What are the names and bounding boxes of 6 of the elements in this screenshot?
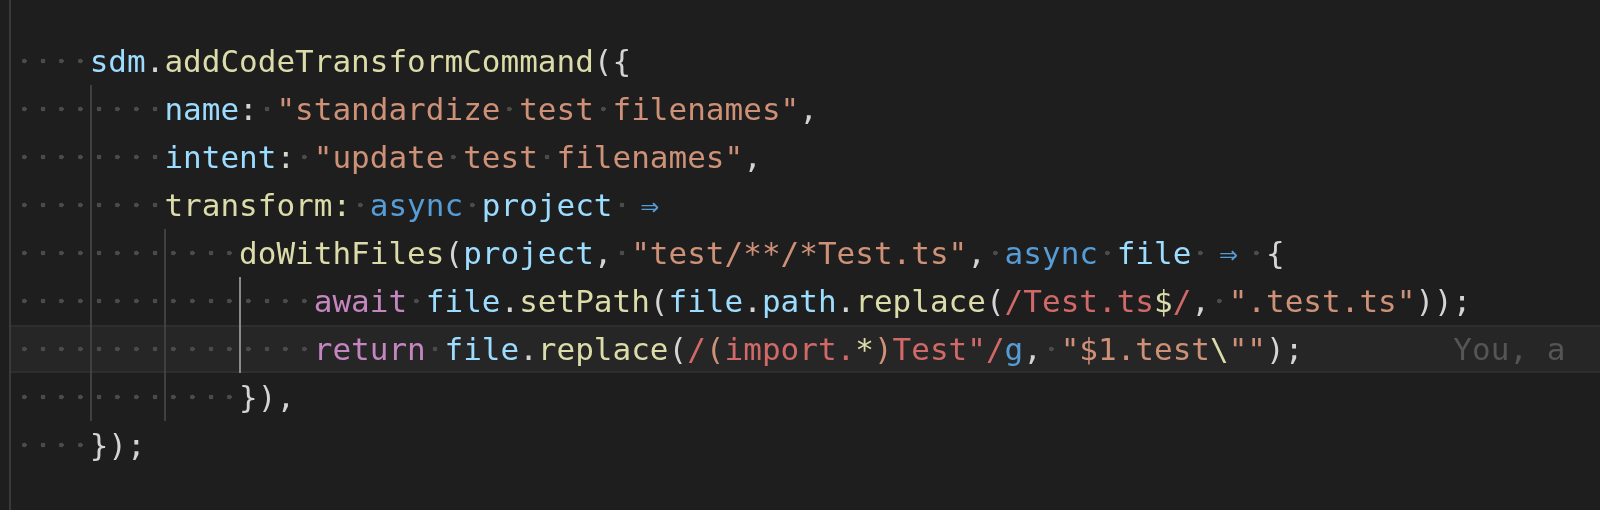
code-line: name: "standardize test filenames",: [15, 85, 818, 133]
code-line: await file.setPath(file.path.replace(/Test.ts$/, ".test.ts"));: [15, 277, 1472, 325]
code-line: }),: [15, 373, 296, 421]
code-line: sdm.addCodeTransformCommand({: [15, 37, 632, 85]
code-line: intent: "update test filenames",: [15, 133, 762, 181]
code-line: });: [15, 421, 146, 469]
